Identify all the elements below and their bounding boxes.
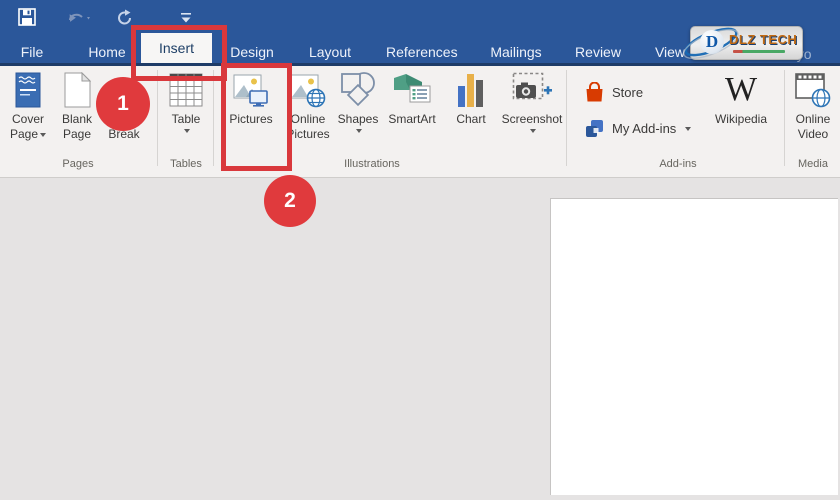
table-button[interactable]: Table [162, 68, 210, 170]
blank-page-icon [64, 72, 91, 108]
screenshot-label: Screenshot [500, 112, 564, 127]
store-button[interactable]: Store [584, 82, 643, 103]
tab-review[interactable]: Review [574, 40, 622, 64]
online-video-button[interactable]: Online Video [788, 68, 838, 170]
group-label-tables: Tables [162, 156, 210, 172]
dropdown-caret-icon [184, 129, 190, 133]
shapes-button[interactable]: Shapes [336, 68, 380, 170]
undo-icon[interactable] [66, 10, 92, 26]
group-separator [213, 70, 214, 166]
tab-home[interactable]: Home [84, 40, 130, 64]
smartart-label: SmartArt [384, 112, 440, 127]
wikipedia-label: Wikipedia [712, 112, 770, 127]
tab-references[interactable]: References [386, 40, 456, 64]
my-addins-button[interactable]: My Add-ins [584, 118, 691, 139]
group-label-addins: Add-ins [580, 156, 776, 172]
blank-page-label-2: Page [54, 127, 100, 142]
cover-page-button[interactable]: Cover Page [4, 68, 52, 170]
group-separator [566, 70, 567, 166]
cover-page-icon [15, 72, 41, 108]
chart-button[interactable]: Chart [446, 68, 496, 170]
blank-page-button[interactable]: Blank Page [54, 68, 100, 170]
tab-file[interactable]: File [12, 40, 52, 64]
annotation-step-2: 2 [264, 175, 316, 227]
online-video-label-1: Online [788, 112, 838, 127]
customize-quick-access-icon[interactable] [180, 12, 192, 24]
group-separator [784, 70, 785, 166]
group-label-media: Media [788, 156, 838, 172]
group-separator [157, 70, 158, 166]
online-video-icon [795, 72, 831, 108]
table-label: Table [162, 112, 210, 127]
document-page[interactable] [550, 198, 838, 495]
screenshot-button[interactable]: Screenshot [500, 68, 564, 170]
wikipedia-w-icon: W [712, 68, 770, 112]
logo-monogram: D [700, 30, 724, 54]
blank-page-label-1: Blank [54, 112, 100, 127]
smartart-button[interactable]: SmartArt [384, 68, 440, 170]
chart-label: Chart [446, 112, 496, 127]
logo-brand-text: DLZ TECH [729, 32, 797, 47]
annotation-step-1: 1 [96, 77, 150, 131]
dropdown-caret-icon [685, 127, 691, 131]
tab-mailings[interactable]: Mailings [486, 40, 546, 64]
smartart-icon [392, 72, 432, 108]
screenshot-icon [512, 72, 552, 108]
shapes-icon [340, 71, 376, 109]
cover-page-label-1: Cover [4, 112, 52, 127]
tab-layout[interactable]: Layout [306, 40, 354, 64]
word-window: File Home Insert Design Layout Reference… [0, 0, 840, 500]
watermark-tagline [733, 50, 785, 53]
group-label-pages: Pages [4, 156, 152, 172]
tab-design[interactable]: Design [228, 40, 276, 64]
store-label: Store [612, 85, 643, 100]
cover-page-label-2: Page [10, 127, 38, 141]
annotation-box-insert-tab [131, 25, 227, 81]
save-icon[interactable] [18, 8, 36, 26]
online-pictures-icon [290, 72, 326, 108]
chart-icon [457, 71, 485, 109]
dlz-tech-watermark: D DLZ TECH [690, 26, 803, 60]
dropdown-caret-icon [40, 133, 46, 137]
my-addins-label: My Add-ins [612, 121, 676, 136]
wikipedia-button[interactable]: W Wikipedia [712, 68, 770, 170]
online-video-label-2: Video [788, 127, 838, 142]
dropdown-caret-icon [530, 129, 536, 133]
my-addins-icon [584, 118, 605, 139]
store-icon [584, 82, 605, 103]
annotation-box-pictures [221, 63, 292, 171]
shapes-label: Shapes [336, 112, 380, 127]
dropdown-caret-icon [356, 129, 362, 133]
